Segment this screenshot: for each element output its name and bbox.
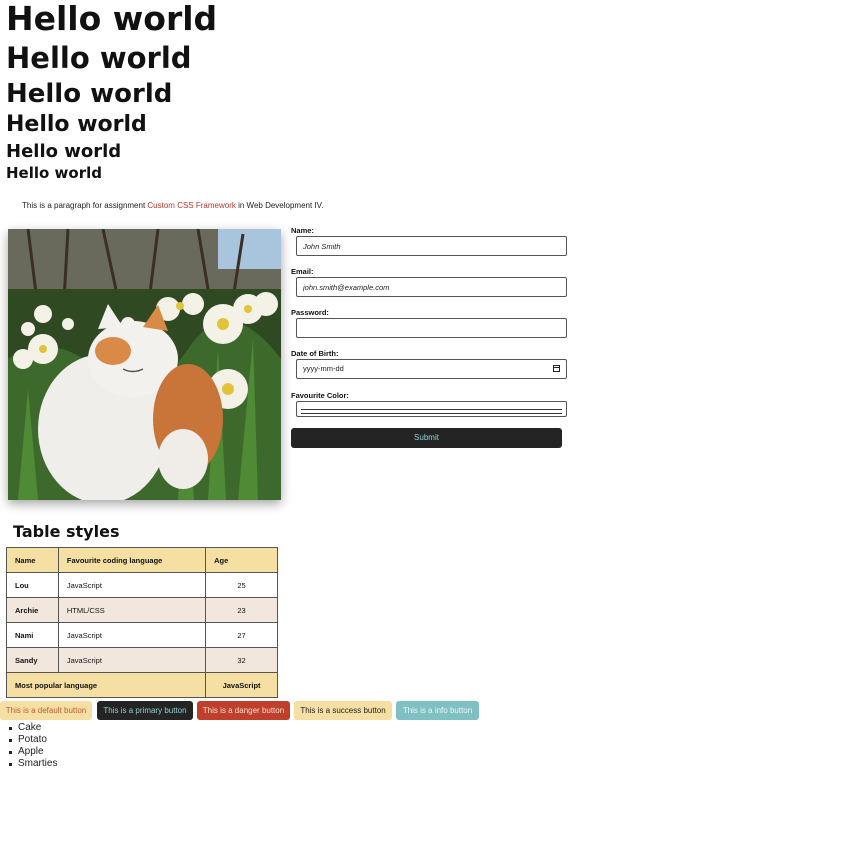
color-group: Favourite Color:	[291, 391, 571, 417]
default-button[interactable]: This is a default button	[0, 701, 92, 720]
email-label: Email:	[291, 267, 314, 276]
primary-button[interactable]: This is a primary button	[97, 701, 193, 720]
heading-1: Hello world	[6, 0, 218, 38]
footer-value: JavaScript	[205, 672, 278, 698]
cell-age: 32	[205, 647, 278, 673]
table-row: Nami JavaScript 27	[6, 622, 278, 648]
dob-group: Date of Birth: yyyy-mm-dd	[291, 349, 571, 379]
dob-input[interactable]: yyyy-mm-dd	[296, 359, 567, 379]
heading-2: Hello world	[6, 41, 192, 75]
cell-name: Nami	[6, 622, 59, 648]
list-item: Smarties	[6, 758, 57, 770]
info-button[interactable]: This is a info button	[396, 701, 479, 720]
name-input[interactable]	[296, 236, 567, 256]
color-label: Favourite Color:	[291, 391, 349, 400]
color-swatch	[301, 409, 562, 414]
column-header-name: Name	[6, 547, 59, 573]
cell-name: Sandy	[6, 647, 59, 673]
danger-button[interactable]: This is a danger button	[197, 701, 290, 720]
list-item: Apple	[6, 746, 57, 758]
email-input[interactable]	[296, 277, 567, 297]
cell-name: Archie	[6, 597, 59, 623]
name-label: Name:	[291, 226, 314, 235]
submit-button[interactable]: Submit	[291, 428, 562, 448]
cats-in-daffodils-image	[8, 229, 281, 500]
dob-label: Date of Birth:	[291, 349, 339, 358]
cell-language: JavaScript	[57, 572, 207, 598]
framework-link[interactable]: Custom CSS Framework	[147, 201, 235, 210]
email-group: Email:	[291, 267, 571, 297]
paragraph-text-after: in Web Development IV.	[235, 201, 324, 210]
color-input[interactable]	[296, 401, 567, 417]
heading-4: Hello world	[6, 112, 147, 137]
cell-language: JavaScript	[57, 622, 207, 648]
data-table: Name Favourite coding language Age Lou J…	[5, 547, 278, 698]
dob-placeholder: yyyy-mm-dd	[303, 364, 344, 373]
table-row: Sandy JavaScript 32	[6, 647, 278, 673]
paragraph-text-before: This is a paragraph for assignment	[22, 201, 148, 210]
column-header-language: Favourite coding language	[57, 547, 207, 573]
intro-paragraph: This is a paragraph for assignment Custo…	[22, 201, 323, 210]
table-row: Lou JavaScript 25	[6, 572, 278, 598]
cell-age: 25	[205, 572, 278, 598]
cell-name: Lou	[6, 572, 59, 598]
table-header-row: Name Favourite coding language Age	[6, 547, 278, 573]
cell-age: 27	[205, 622, 278, 648]
table-footer-row: Most popular language JavaScript	[5, 672, 278, 698]
footer-label: Most popular language	[5, 672, 207, 698]
list-item: Potato	[6, 734, 57, 746]
password-input[interactable]	[296, 318, 567, 338]
password-group: Password:	[291, 308, 571, 338]
table-row: Archie HTML/CSS 23	[6, 597, 278, 623]
food-list: Cake Potato Apple Smarties	[6, 722, 57, 770]
password-label: Password:	[291, 308, 329, 317]
success-button[interactable]: This is a success button	[294, 701, 392, 720]
list-item: Cake	[6, 722, 57, 734]
heading-6: Hello world	[6, 164, 102, 182]
name-group: Name:	[291, 226, 571, 256]
cell-age: 23	[205, 597, 278, 623]
cell-language: JavaScript	[57, 647, 207, 673]
table-title: Table styles	[13, 522, 120, 541]
calendar-icon[interactable]	[553, 365, 560, 372]
column-header-age: Age	[205, 547, 278, 573]
cell-language: HTML/CSS	[57, 597, 207, 623]
heading-3: Hello world	[6, 79, 173, 109]
heading-5: Hello world	[6, 141, 122, 162]
